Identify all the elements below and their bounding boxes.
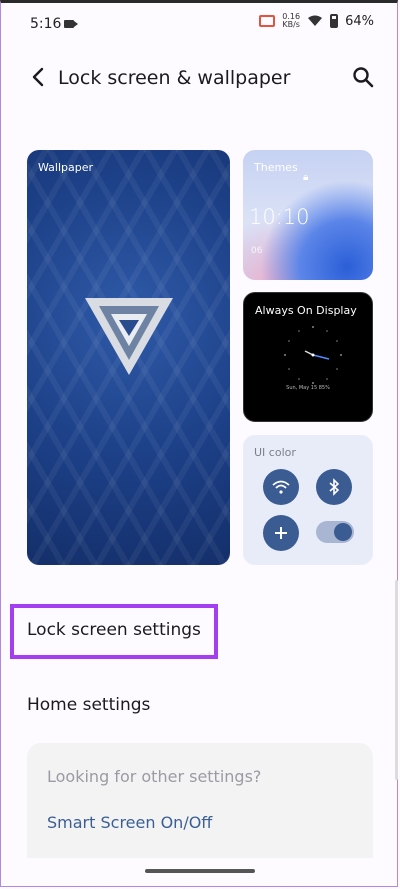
app-bar: Lock screen & wallpaper <box>0 58 400 98</box>
wallpaper-logo-image <box>85 298 173 375</box>
aod-date: Sun, May 15 85% <box>286 385 330 391</box>
home-settings-item[interactable]: Home settings <box>27 695 150 715</box>
themes-clock: 10:10 <box>249 205 310 229</box>
network-speed-unit: KB/s <box>282 20 300 29</box>
wifi-toggle-icon <box>263 469 299 505</box>
search-icon[interactable] <box>352 66 374 88</box>
scrollbar[interactable] <box>395 580 398 780</box>
status-bar: 5:16 0.16 KB/s 64% <box>0 10 400 38</box>
themes-date: 06 <box>251 246 263 256</box>
analog-clock-icon <box>284 326 342 384</box>
status-time: 5:16 <box>30 16 62 32</box>
aod-label: Always On Display <box>255 304 357 317</box>
suggestions-hint: Looking for other settings? <box>47 767 262 786</box>
battery-icon <box>330 14 339 28</box>
status-icons: 0.16 KB/s 64% <box>259 13 374 29</box>
screen-record-icon <box>64 20 78 28</box>
wallpaper-card[interactable]: Wallpaper <box>27 150 230 565</box>
network-speed: 0.16 KB/s <box>282 13 300 29</box>
plus-icon <box>263 515 299 551</box>
toggle-switch-icon <box>316 521 354 543</box>
themes-label: Themes <box>254 161 298 174</box>
battery-percent: 64% <box>345 13 374 29</box>
lock-screen-settings-item[interactable]: Lock screen settings <box>27 620 201 640</box>
themes-card[interactable]: Themes 🔒︎ 10:10 06 <box>243 150 373 280</box>
suggestions-card: Looking for other settings? Smart Screen… <box>27 743 373 858</box>
smart-screen-link[interactable]: Smart Screen On/Off <box>47 813 212 832</box>
always-on-display-card[interactable]: Always On Display Sun, May 15 85% <box>243 292 373 422</box>
page-title: Lock screen & wallpaper <box>58 67 291 89</box>
lock-icon: 🔒︎ <box>303 172 309 183</box>
ui-color-card[interactable]: UI color <box>243 435 373 565</box>
bluetooth-icon <box>316 469 352 505</box>
ui-color-label: UI color <box>254 446 296 459</box>
back-arrow-icon[interactable] <box>28 66 50 88</box>
wifi-icon <box>308 15 323 26</box>
cast-icon <box>259 15 276 27</box>
gesture-nav-bar[interactable] <box>145 869 255 873</box>
